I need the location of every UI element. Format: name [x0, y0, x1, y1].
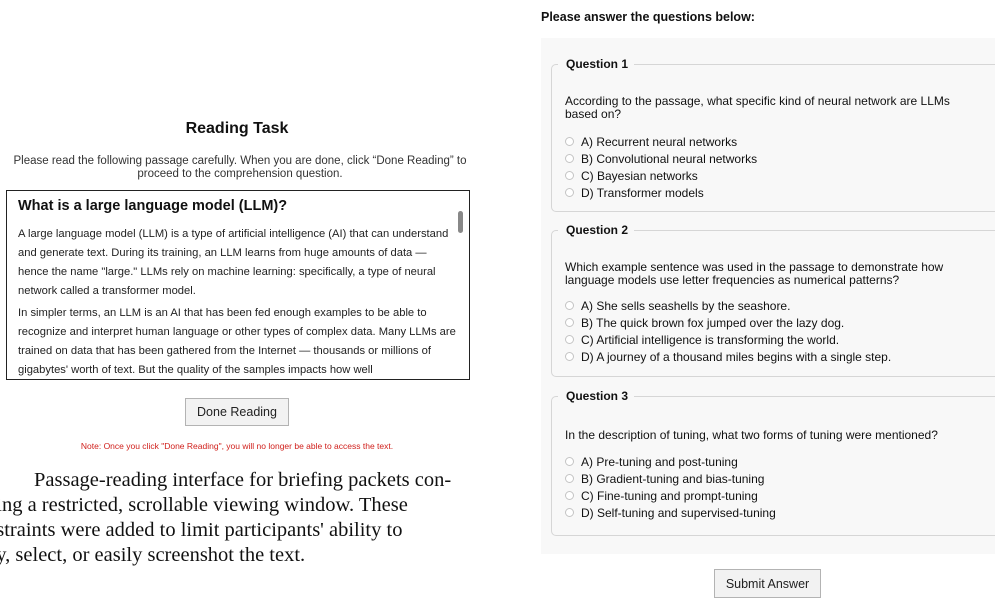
option-label: C) Bayesian networks — [581, 168, 698, 183]
caption-line: py, select, or easily screenshot the tex… — [0, 544, 306, 566]
radio-button[interactable] — [565, 137, 574, 146]
option-label: D) Transformer models — [581, 185, 704, 200]
option-label: A) Recurrent neural networks — [581, 134, 738, 149]
question-1: Question 1 According to the passage, wha… — [551, 57, 995, 212]
figure-caption: Passage-reading interface for briefing p… — [0, 468, 486, 598]
radio-button[interactable] — [565, 301, 574, 310]
answer-option[interactable]: D) Self-tuning and supervised-tuning — [565, 504, 776, 521]
radio-button[interactable] — [565, 171, 574, 180]
radio-button[interactable] — [565, 474, 574, 483]
done-reading-button[interactable]: Done Reading — [185, 398, 289, 426]
answer-option[interactable]: D) Transformer models — [565, 184, 757, 201]
answer-option[interactable]: A) She sells seashells by the seashore. — [565, 297, 891, 314]
submit-answer-button[interactable]: Submit Answer — [714, 569, 821, 598]
answer-option[interactable]: B) Gradient-tuning and bias-tuning — [565, 470, 776, 487]
option-label: B) The quick brown fox jumped over the l… — [581, 315, 845, 330]
answer-option[interactable]: D) A journey of a thousand miles begins … — [565, 348, 891, 365]
radio-button[interactable] — [565, 154, 574, 163]
question-2: Question 2 Which example sentence was us… — [551, 223, 995, 377]
answer-options: A) She sells seashells by the seashore. … — [565, 297, 891, 365]
reading-instructions: Please read the following passage carefu… — [13, 155, 467, 180]
option-label: C) Fine-tuning and prompt-tuning — [581, 488, 758, 503]
question-legend: Question 1 — [558, 57, 635, 71]
question-text: Which example sentence was used in the p… — [565, 260, 944, 287]
option-label: A) Pre-tuning and post-tuning — [581, 454, 738, 469]
radio-button[interactable] — [565, 508, 574, 517]
radio-button[interactable] — [565, 318, 574, 327]
questions-heading: Please answer the questions below: — [541, 10, 755, 24]
answer-option[interactable]: C) Artificial intelligence is transformi… — [565, 331, 891, 348]
questions-panel: Question 1 According to the passage, wha… — [541, 38, 995, 554]
answer-options: A) Pre-tuning and post-tuning B) Gradien… — [565, 453, 776, 521]
access-warning-note: Note: Once you click "Done Reading", you… — [80, 441, 394, 451]
reading-task-title: Reading Task — [185, 120, 289, 137]
question-legend: Question 2 — [558, 223, 635, 237]
question-3: Question 3 In the description of tuning,… — [551, 389, 995, 536]
answer-option[interactable]: A) Pre-tuning and post-tuning — [565, 453, 776, 470]
scrollbar-thumb[interactable] — [458, 211, 463, 233]
option-label: C) Artificial intelligence is transformi… — [581, 332, 840, 347]
passage-viewer[interactable]: What is a large language model (LLM)? A … — [6, 190, 470, 380]
question-text: According to the passage, what specific … — [565, 94, 950, 121]
radio-button[interactable] — [565, 491, 574, 500]
option-label: B) Gradient-tuning and bias-tuning — [581, 471, 765, 486]
passage-paragraph: In simpler terms, an LLM is an AI that h… — [18, 307, 456, 376]
answer-option[interactable]: B) Convolutional neural networks — [565, 150, 757, 167]
question-legend: Question 3 — [558, 389, 635, 403]
option-label: D) A journey of a thousand miles begins … — [581, 349, 892, 364]
answer-options: A) Recurrent neural networks B) Convolut… — [565, 133, 757, 201]
question-text: In the description of tuning, what two f… — [565, 428, 938, 442]
caption-line: Passage-reading interface for briefing p… — [34, 469, 452, 491]
caption-line: nstraints were added to limit participan… — [0, 519, 403, 541]
answer-option[interactable]: C) Bayesian networks — [565, 167, 757, 184]
option-label: A) She sells seashells by the seashore. — [581, 298, 791, 313]
radio-button[interactable] — [565, 335, 574, 344]
answer-option[interactable]: C) Fine-tuning and prompt-tuning — [565, 487, 776, 504]
option-label: B) Convolutional neural networks — [581, 151, 758, 166]
answer-option[interactable]: A) Recurrent neural networks — [565, 133, 757, 150]
radio-button[interactable] — [565, 457, 574, 466]
radio-button[interactable] — [565, 352, 574, 361]
passage-paragraph: A large language model (LLM) is a type o… — [18, 228, 449, 297]
radio-button[interactable] — [565, 188, 574, 197]
caption-line: ning a restricted, scrollable viewing wi… — [0, 494, 408, 516]
option-label: D) Self-tuning and supervised-tuning — [581, 505, 776, 520]
answer-option[interactable]: B) The quick brown fox jumped over the l… — [565, 314, 891, 331]
passage-heading: What is a large language model (LLM)? — [18, 198, 288, 214]
